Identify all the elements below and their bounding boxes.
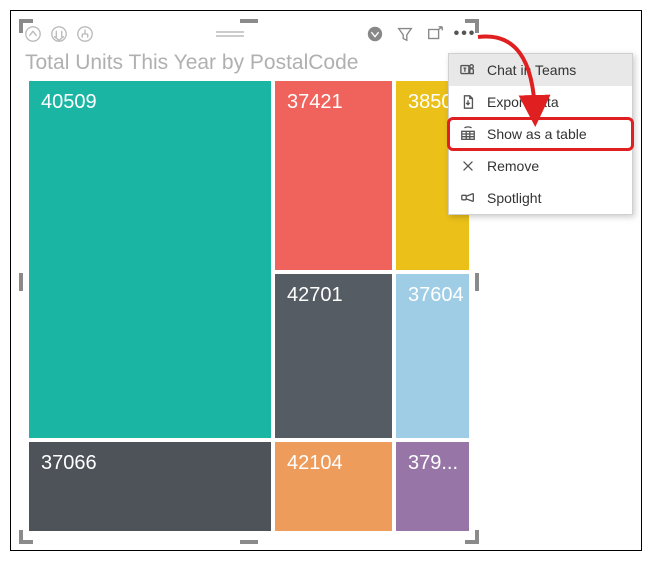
screenshot-frame: ••• Total Units This Year by PostalCode … — [10, 10, 642, 551]
tile-37421[interactable]: 37421 — [275, 81, 392, 270]
menu-export-data[interactable]: Export data — [449, 86, 632, 118]
visual-title: Total Units This Year by PostalCode — [19, 47, 479, 81]
remove-icon — [459, 157, 477, 175]
menu-label: Show as a table — [487, 126, 587, 142]
context-menu: Chat in Teams Export data Show as a tabl… — [448, 53, 633, 215]
focus-mode-icon[interactable] — [425, 24, 445, 44]
drill-mode-down-icon[interactable] — [365, 24, 385, 44]
menu-label: Spotlight — [487, 190, 541, 206]
menu-spotlight[interactable]: Spotlight — [449, 182, 632, 214]
export-icon — [459, 93, 477, 111]
selection-side-l[interactable] — [19, 273, 23, 291]
menu-remove[interactable]: Remove — [449, 150, 632, 182]
expand-hierarchy-icon[interactable] — [75, 24, 95, 44]
selection-corner-bl[interactable] — [19, 530, 33, 544]
teams-icon — [459, 61, 477, 79]
tile-379xx[interactable]: 379... — [396, 442, 469, 531]
menu-label: Export data — [487, 94, 559, 110]
treemap-chart[interactable]: 40509 37066 37421 42701 42104 38501 3760… — [29, 81, 469, 531]
selection-side-t[interactable] — [240, 19, 258, 23]
drill-down-icon[interactable] — [49, 24, 69, 44]
table-icon — [459, 125, 477, 143]
visual-toolbar: ••• — [19, 19, 479, 47]
tile-37604[interactable]: 37604 — [396, 274, 469, 438]
selection-side-r[interactable] — [475, 273, 479, 291]
drag-handle-icon[interactable] — [216, 31, 244, 37]
tile-40509[interactable]: 40509 — [29, 81, 271, 438]
menu-label: Remove — [487, 158, 539, 174]
visual-container: ••• Total Units This Year by PostalCode … — [19, 19, 479, 544]
filter-icon[interactable] — [395, 24, 415, 44]
spotlight-icon — [459, 189, 477, 207]
menu-chat-in-teams[interactable]: Chat in Teams — [449, 54, 632, 86]
selection-corner-tr[interactable] — [465, 19, 479, 33]
tile-42104[interactable]: 42104 — [275, 442, 392, 531]
tile-42701[interactable]: 42701 — [275, 274, 392, 438]
tile-37066[interactable]: 37066 — [29, 442, 271, 531]
selection-corner-br[interactable] — [465, 530, 479, 544]
selection-side-b[interactable] — [240, 540, 258, 544]
menu-label: Chat in Teams — [487, 62, 576, 78]
menu-show-as-table[interactable]: Show as a table — [449, 118, 632, 150]
selection-corner-tl[interactable] — [19, 19, 33, 33]
